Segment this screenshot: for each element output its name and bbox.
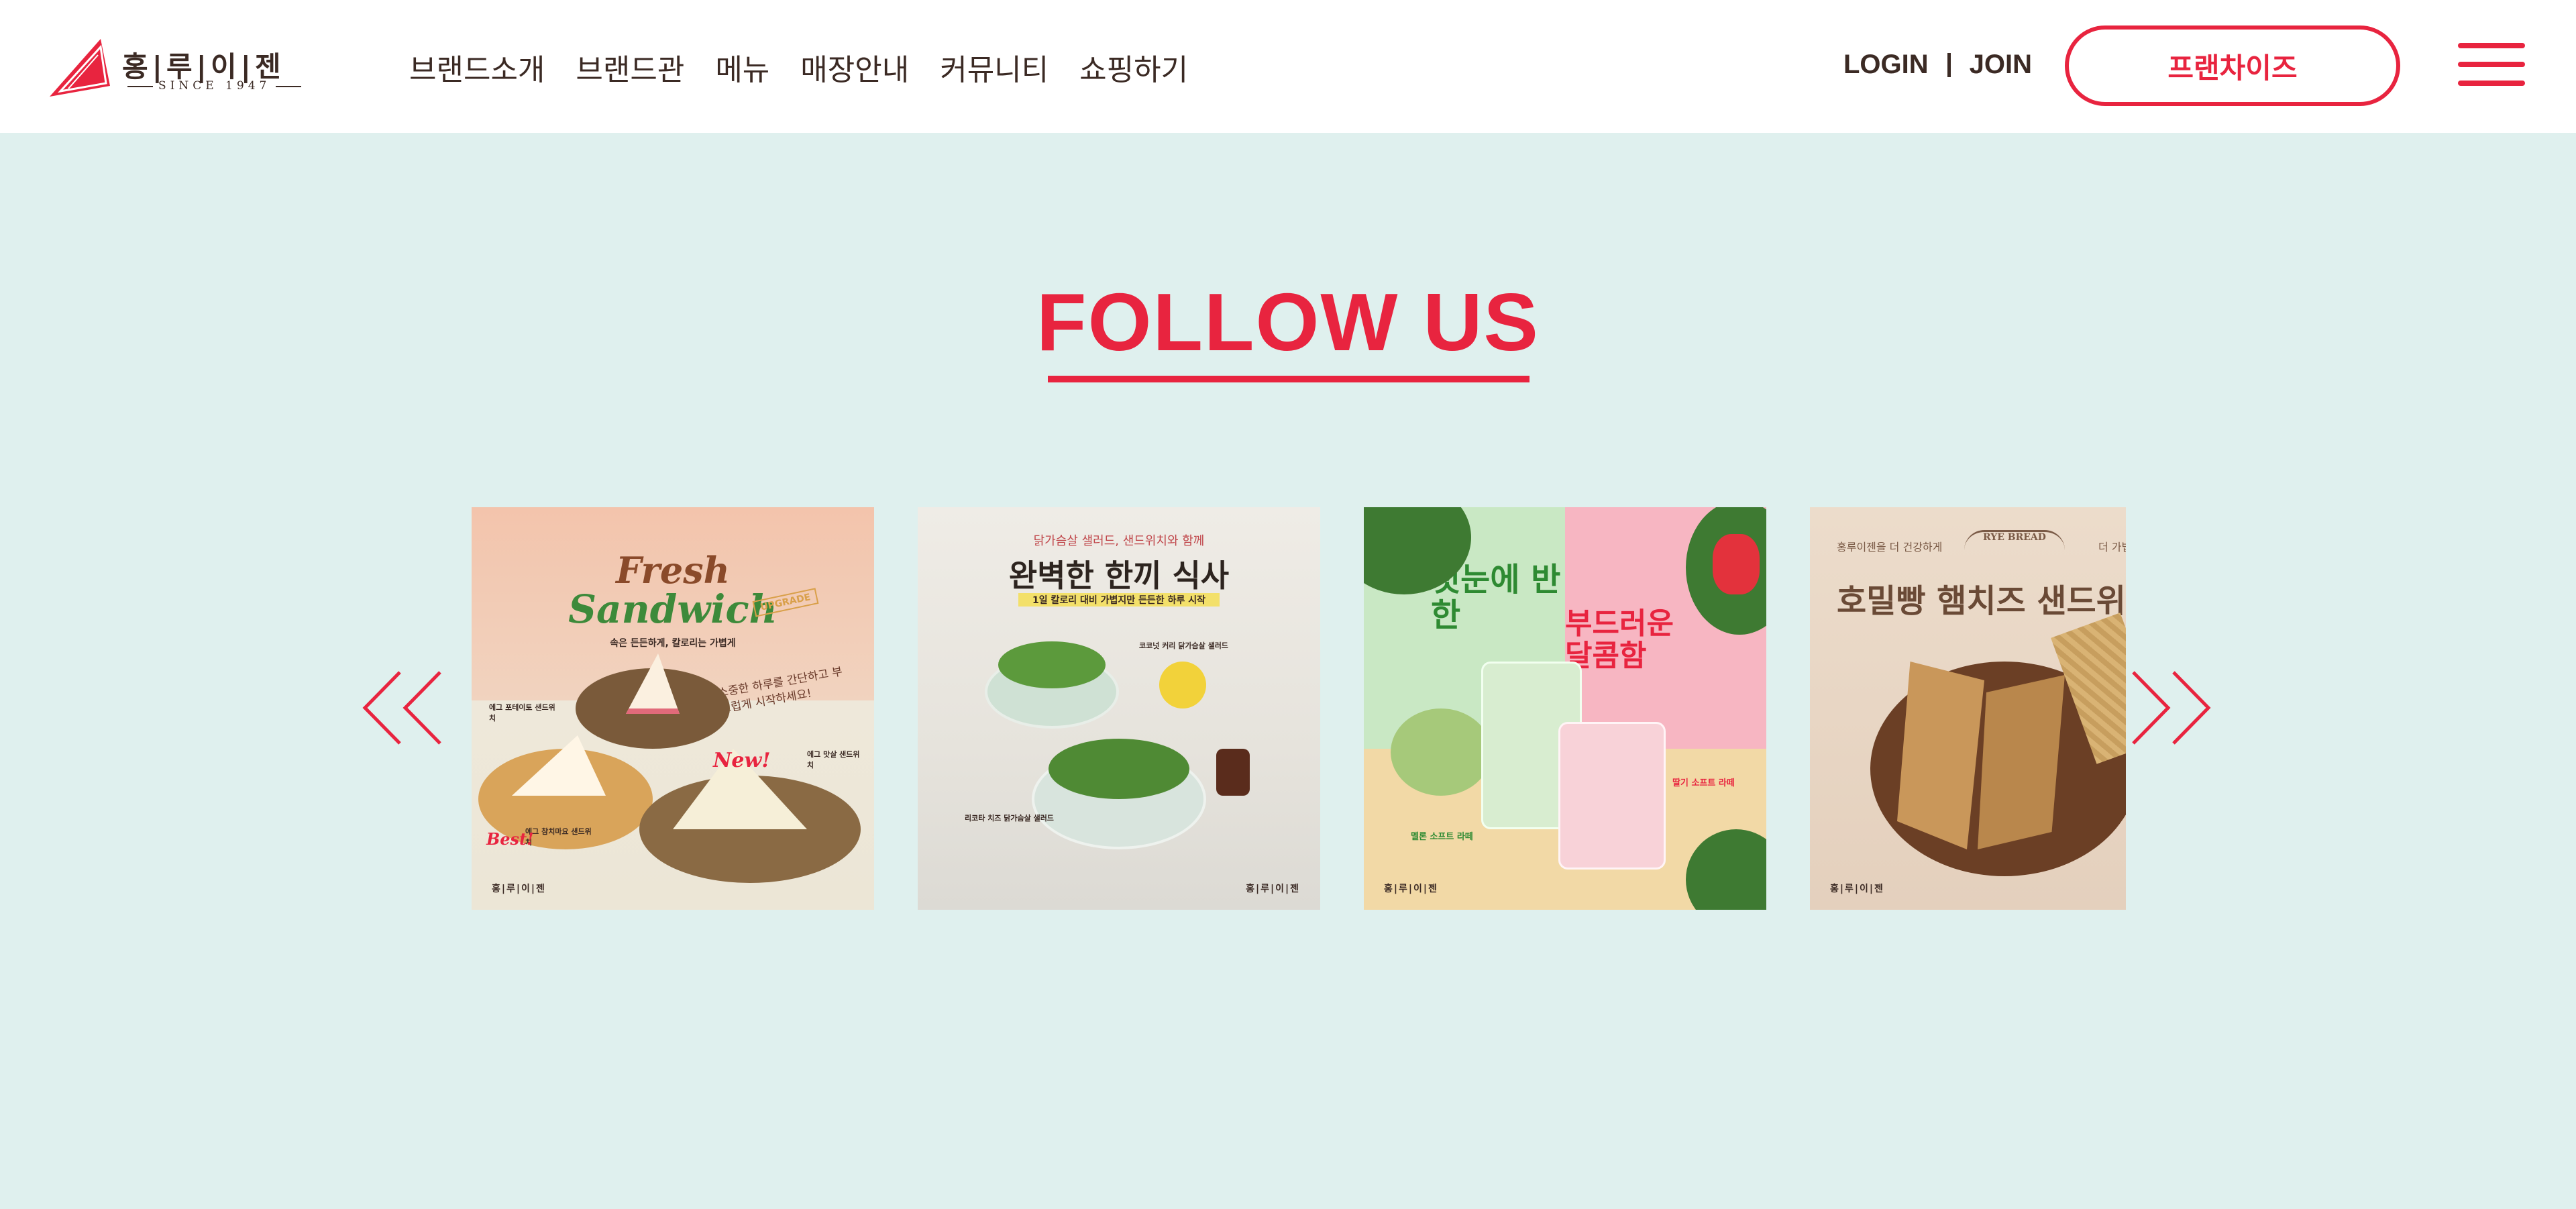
post-subtitle: 속은 든든하게, 칼로리는 가볍게 — [610, 638, 736, 649]
menu-item-label: 멜론 소프트 라떼 — [1411, 832, 1473, 842]
instagram-post-soft-latte[interactable]: 첫눈에 반한 부드러운 달콤함 멜론 소프트 라떼 딸기 소프트 라떼 홍|루|… — [1364, 507, 1766, 910]
lemon-image — [1159, 662, 1206, 708]
follow-us-title: FOLLOW US — [1036, 276, 1540, 368]
post-title: 호밀빵 햄치즈 샌드위치 — [1837, 582, 2126, 620]
nav-stores[interactable]: 매장안내 — [800, 46, 909, 89]
nav-brand-intro[interactable]: 브랜드소개 — [409, 46, 545, 89]
post-kicker: 닭가슴살 샐러드, 샌드위치와 함께 — [1033, 534, 1205, 548]
melon-image — [1391, 708, 1491, 796]
menu-item-label: 코코넛 커리 닭가슴살 샐러드 — [1139, 641, 1228, 650]
nav-menu[interactable]: 메뉴 — [715, 46, 769, 89]
auth-divider — [1947, 52, 1951, 77]
salad-image — [1049, 739, 1189, 799]
instagram-post-rye-bread[interactable]: 홍루이젠을 더 건강하게 RYE BREAD 더 가볍게 호밀빵 햄치즈 샌드위… — [1810, 507, 2126, 910]
menu-item-label: 에그 참치마요 샌드위치 — [525, 827, 592, 847]
menu-item-label: 딸기 소프트 라떼 — [1672, 778, 1735, 788]
site-header: 홍|루|이|젠 SINCE 1947 브랜드소개 브랜드관 메뉴 매장안내 커뮤… — [0, 0, 2576, 133]
auth-links: LOGIN JOIN — [1843, 50, 2032, 80]
instagram-carousel: Fresh Sandwich UPGRADE 속은 든든하게, 칼로리는 가볍게… — [472, 507, 2126, 910]
carousel-prev-button[interactable] — [362, 671, 443, 745]
post-title: 완벽한 한끼 식사 — [1008, 558, 1230, 594]
main-nav: 브랜드소개 브랜드관 메뉴 매장안내 커뮤니티 쇼핑하기 — [409, 46, 1219, 89]
nav-brand-hall[interactable]: 브랜드관 — [576, 46, 684, 89]
sandwich-logo-icon — [50, 39, 110, 97]
best-tag: Best! — [486, 829, 534, 849]
instagram-post-fresh-sandwich[interactable]: Fresh Sandwich UPGRADE 속은 든든하게, 칼로리는 가볍게… — [472, 507, 874, 910]
join-link[interactable]: JOIN — [1970, 50, 2032, 80]
title-underline — [1048, 376, 1529, 382]
rye-bread-badge: RYE BREAD — [1964, 530, 2065, 550]
sandwich-image — [1978, 675, 2065, 849]
post-callout: 소중한 하루를 간단하고 부드럽게 시작하세요! — [716, 665, 844, 716]
nav-shopping[interactable]: 쇼핑하기 — [1079, 46, 1188, 89]
post-brand: 홍|루|이|젠 — [1830, 884, 1884, 894]
double-chevron-left-icon — [362, 671, 441, 745]
menu-item-label: 리코타 치즈 닭가슴살 샐러드 — [965, 814, 1054, 823]
sauce-image — [1216, 749, 1250, 796]
instagram-post-salad[interactable]: 닭가슴살 샐러드, 샌드위치와 함께 완벽한 한끼 식사 1일 칼로리 대비 가… — [918, 507, 1320, 910]
franchise-button[interactable]: 프랜차이즈 — [2065, 25, 2400, 106]
menu-item-label: 에그 맛살 샌드위치 — [807, 750, 860, 770]
logo-since: SINCE 1947 — [122, 79, 270, 93]
post-highlight: 1일 칼로리 대비 가볍지만 든든한 하루 시작 — [1018, 593, 1220, 607]
strawberry-latte-image — [1558, 722, 1666, 870]
post-brand: 홍|루|이|젠 — [1384, 884, 1438, 894]
new-tag: New! — [713, 749, 771, 772]
post-kicker-right: 더 가볍게 — [2098, 541, 2126, 554]
double-chevron-right-icon — [2132, 671, 2211, 745]
salad-image — [998, 641, 1106, 688]
strawberry-image — [1713, 534, 1760, 594]
post-title-right: 부드러운 달콤함 — [1565, 607, 1674, 674]
post-brand: 홍|루|이|젠 — [1246, 884, 1300, 894]
menu-item-label: 에그 포테이토 샌드위치 — [489, 703, 555, 723]
brand-logo[interactable]: 홍|루|이|젠 SINCE 1947 — [48, 35, 281, 102]
carousel-next-button[interactable] — [2131, 671, 2211, 745]
login-link[interactable]: LOGIN — [1843, 50, 1929, 80]
post-title-line1: Fresh — [616, 549, 730, 592]
post-brand: 홍|루|이|젠 — [492, 884, 546, 894]
post-kicker: 홍루이젠을 더 건강하게 — [1837, 541, 1943, 554]
nav-community[interactable]: 커뮤니티 — [940, 46, 1049, 89]
hamburger-icon[interactable] — [2458, 43, 2525, 86]
